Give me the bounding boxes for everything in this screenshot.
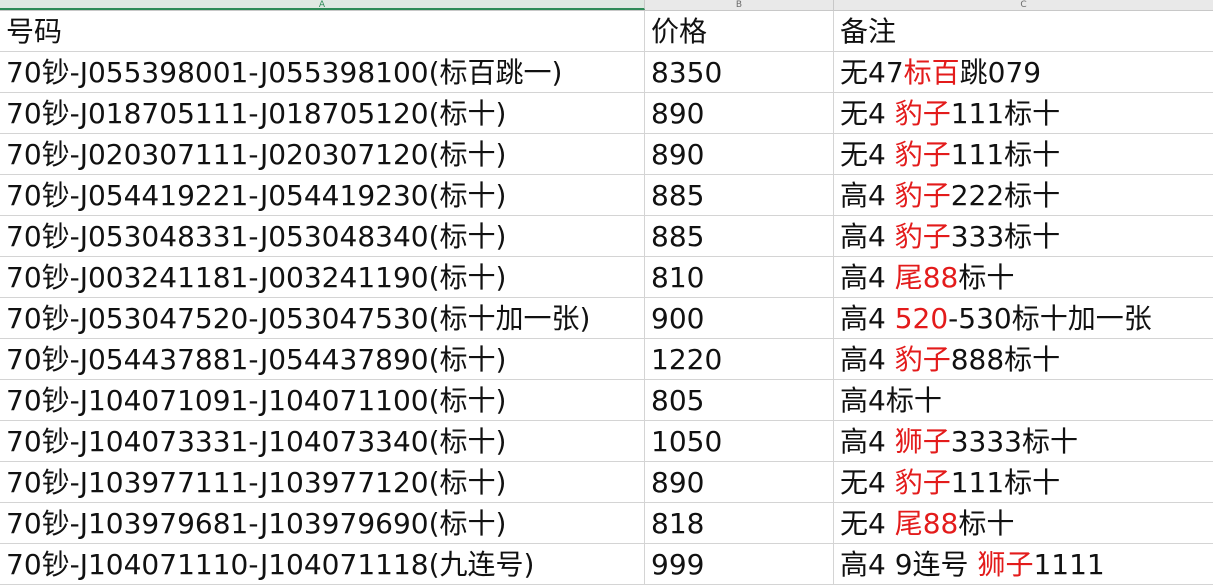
note-text: 111标十	[950, 138, 1061, 171]
cell-price[interactable]: 885	[645, 175, 834, 215]
cell-price[interactable]: 8350	[645, 52, 834, 92]
spreadsheet-grid: 号码 价格 备注 70钞-J055398001-J055398100(标百跳一)…	[0, 11, 1213, 585]
note-highlight: 豹子	[894, 179, 951, 212]
cell-price[interactable]: 805	[645, 380, 834, 420]
cell-note[interactable]: 无4 豹子111标十	[834, 93, 1213, 133]
note-highlight: 豹子	[894, 343, 951, 376]
note-text: 222标十	[950, 179, 1061, 212]
cell-note[interactable]: 高4 9连号 狮子1111	[834, 544, 1213, 584]
cell-note[interactable]: 无4 豹子111标十	[834, 134, 1213, 174]
cell-number[interactable]: 70钞-J104073331-J104073340(标十)	[0, 421, 645, 461]
cell-price[interactable]: 885	[645, 216, 834, 256]
cell-price[interactable]: 1050	[645, 421, 834, 461]
cell-price[interactable]: 999	[645, 544, 834, 584]
cell-note[interactable]: 无4 豹子111标十	[834, 462, 1213, 502]
cell-price[interactable]: 890	[645, 134, 834, 174]
note-text: 111标十	[950, 97, 1061, 130]
header-cell-number[interactable]: 号码	[0, 11, 645, 51]
table-row: 70钞-J054437881-J054437890(标十) 1220 高4 豹子88…	[0, 339, 1213, 380]
table-row: 70钞-J054419221-J054419230(标十) 885 高4 豹子222…	[0, 175, 1213, 216]
cell-price[interactable]: 810	[645, 257, 834, 297]
cell-number[interactable]: 70钞-J103979681-J103979690(标十)	[0, 503, 645, 543]
note-text: 标十	[958, 507, 1015, 540]
cell-note[interactable]: 高4 尾88标十	[834, 257, 1213, 297]
table-row: 70钞-J053047520-J053047530(标十加一张) 900 高4 52…	[0, 298, 1213, 339]
cell-number[interactable]: 70钞-J054419221-J054419230(标十)	[0, 175, 645, 215]
cell-note[interactable]: 高4标十	[834, 380, 1213, 420]
cell-note[interactable]: 高4 豹子222标十	[834, 175, 1213, 215]
note-text: -530标十加一张	[948, 302, 1152, 335]
note-text: 跳079	[959, 56, 1042, 89]
cell-note[interactable]: 无47标百跳079	[834, 52, 1213, 92]
cell-number[interactable]: 70钞-J104071110-J104071118(九连号)	[0, 544, 645, 584]
note-text: 高4 9连号	[840, 548, 978, 581]
header-cell-note[interactable]: 备注	[834, 11, 1213, 51]
table-row: 70钞-J104073331-J104073340(标十) 1050 高4 狮子33…	[0, 421, 1213, 462]
cell-number[interactable]: 70钞-J055398001-J055398100(标百跳一)	[0, 52, 645, 92]
note-highlight: 尾88	[894, 507, 959, 540]
note-text: 标十	[958, 261, 1015, 294]
cell-number[interactable]: 70钞-J053048331-J053048340(标十)	[0, 216, 645, 256]
note-text: 高4	[840, 302, 895, 335]
cell-price[interactable]: 890	[645, 462, 834, 502]
table-row: 70钞-J055398001-J055398100(标百跳一) 8350 无47标百…	[0, 52, 1213, 93]
cell-number[interactable]: 70钞-J103977111-J103977120(标十)	[0, 462, 645, 502]
note-highlight: 狮子	[977, 548, 1034, 581]
note-highlight: 520	[894, 302, 949, 335]
note-highlight: 标百	[903, 56, 960, 89]
cell-price[interactable]: 1220	[645, 339, 834, 379]
note-text: 无4	[840, 507, 895, 540]
note-text: 1111	[1033, 548, 1105, 581]
table-row: 70钞-J053048331-J053048340(标十) 885 高4 豹子333…	[0, 216, 1213, 257]
cell-note[interactable]: 高4 豹子888标十	[834, 339, 1213, 379]
cell-note[interactable]: 高4 520-530标十加一张	[834, 298, 1213, 338]
header-cell-price[interactable]: 价格	[645, 11, 834, 51]
cell-price[interactable]: 890	[645, 93, 834, 133]
note-text: 333标十	[950, 220, 1061, 253]
cell-number[interactable]: 70钞-J003241181-J003241190(标十)	[0, 257, 645, 297]
note-text: 高4	[840, 343, 895, 376]
cell-number[interactable]: 70钞-J018705111-J018705120(标十)	[0, 93, 645, 133]
note-text: 无4	[840, 97, 895, 130]
cell-number[interactable]: 70钞-J054437881-J054437890(标十)	[0, 339, 645, 379]
table-row: 70钞-J020307111-J020307120(标十) 890 无4 豹子111…	[0, 134, 1213, 175]
cell-price[interactable]: 900	[645, 298, 834, 338]
note-highlight: 狮子	[894, 425, 951, 458]
column-header-c[interactable]: C	[834, 0, 1213, 10]
note-text: 无4	[840, 138, 895, 171]
column-header-b[interactable]: B	[645, 0, 834, 10]
cell-number[interactable]: 70钞-J020307111-J020307120(标十)	[0, 134, 645, 174]
note-text: 高4标十	[840, 384, 942, 417]
table-row: 70钞-J103977111-J103977120(标十) 890 无4 豹子111…	[0, 462, 1213, 503]
note-text: 高4	[840, 179, 895, 212]
note-text: 888标十	[950, 343, 1061, 376]
note-text: 高4	[840, 425, 895, 458]
note-text: 高4	[840, 261, 895, 294]
note-text: 无4	[840, 466, 895, 499]
table-row: 70钞-J103979681-J103979690(标十) 818 无4 尾88标十	[0, 503, 1213, 544]
note-text: 3333标十	[950, 425, 1078, 458]
note-highlight: 豹子	[894, 466, 951, 499]
cell-number[interactable]: 70钞-J053047520-J053047530(标十加一张)	[0, 298, 645, 338]
column-header-bar: A B C	[0, 0, 1213, 11]
note-text: 无47	[840, 56, 904, 89]
note-highlight: 尾88	[894, 261, 959, 294]
table-row: 70钞-J104071091-J104071100(标十) 805 高4标十	[0, 380, 1213, 421]
note-text: 高4	[840, 220, 895, 253]
cell-note[interactable]: 高4 豹子333标十	[834, 216, 1213, 256]
note-highlight: 豹子	[894, 138, 951, 171]
header-row: 号码 价格 备注	[0, 11, 1213, 52]
cell-price[interactable]: 818	[645, 503, 834, 543]
table-row: 70钞-J104071110-J104071118(九连号) 999 高4 9连号 …	[0, 544, 1213, 585]
note-highlight: 豹子	[894, 97, 951, 130]
note-highlight: 豹子	[894, 220, 951, 253]
note-text: 111标十	[950, 466, 1061, 499]
cell-note[interactable]: 高4 狮子3333标十	[834, 421, 1213, 461]
table-row: 70钞-J018705111-J018705120(标十) 890 无4 豹子111…	[0, 93, 1213, 134]
cell-note[interactable]: 无4 尾88标十	[834, 503, 1213, 543]
column-header-a[interactable]: A	[0, 0, 645, 10]
cell-number[interactable]: 70钞-J104071091-J104071100(标十)	[0, 380, 645, 420]
table-row: 70钞-J003241181-J003241190(标十) 810 高4 尾88标十	[0, 257, 1213, 298]
